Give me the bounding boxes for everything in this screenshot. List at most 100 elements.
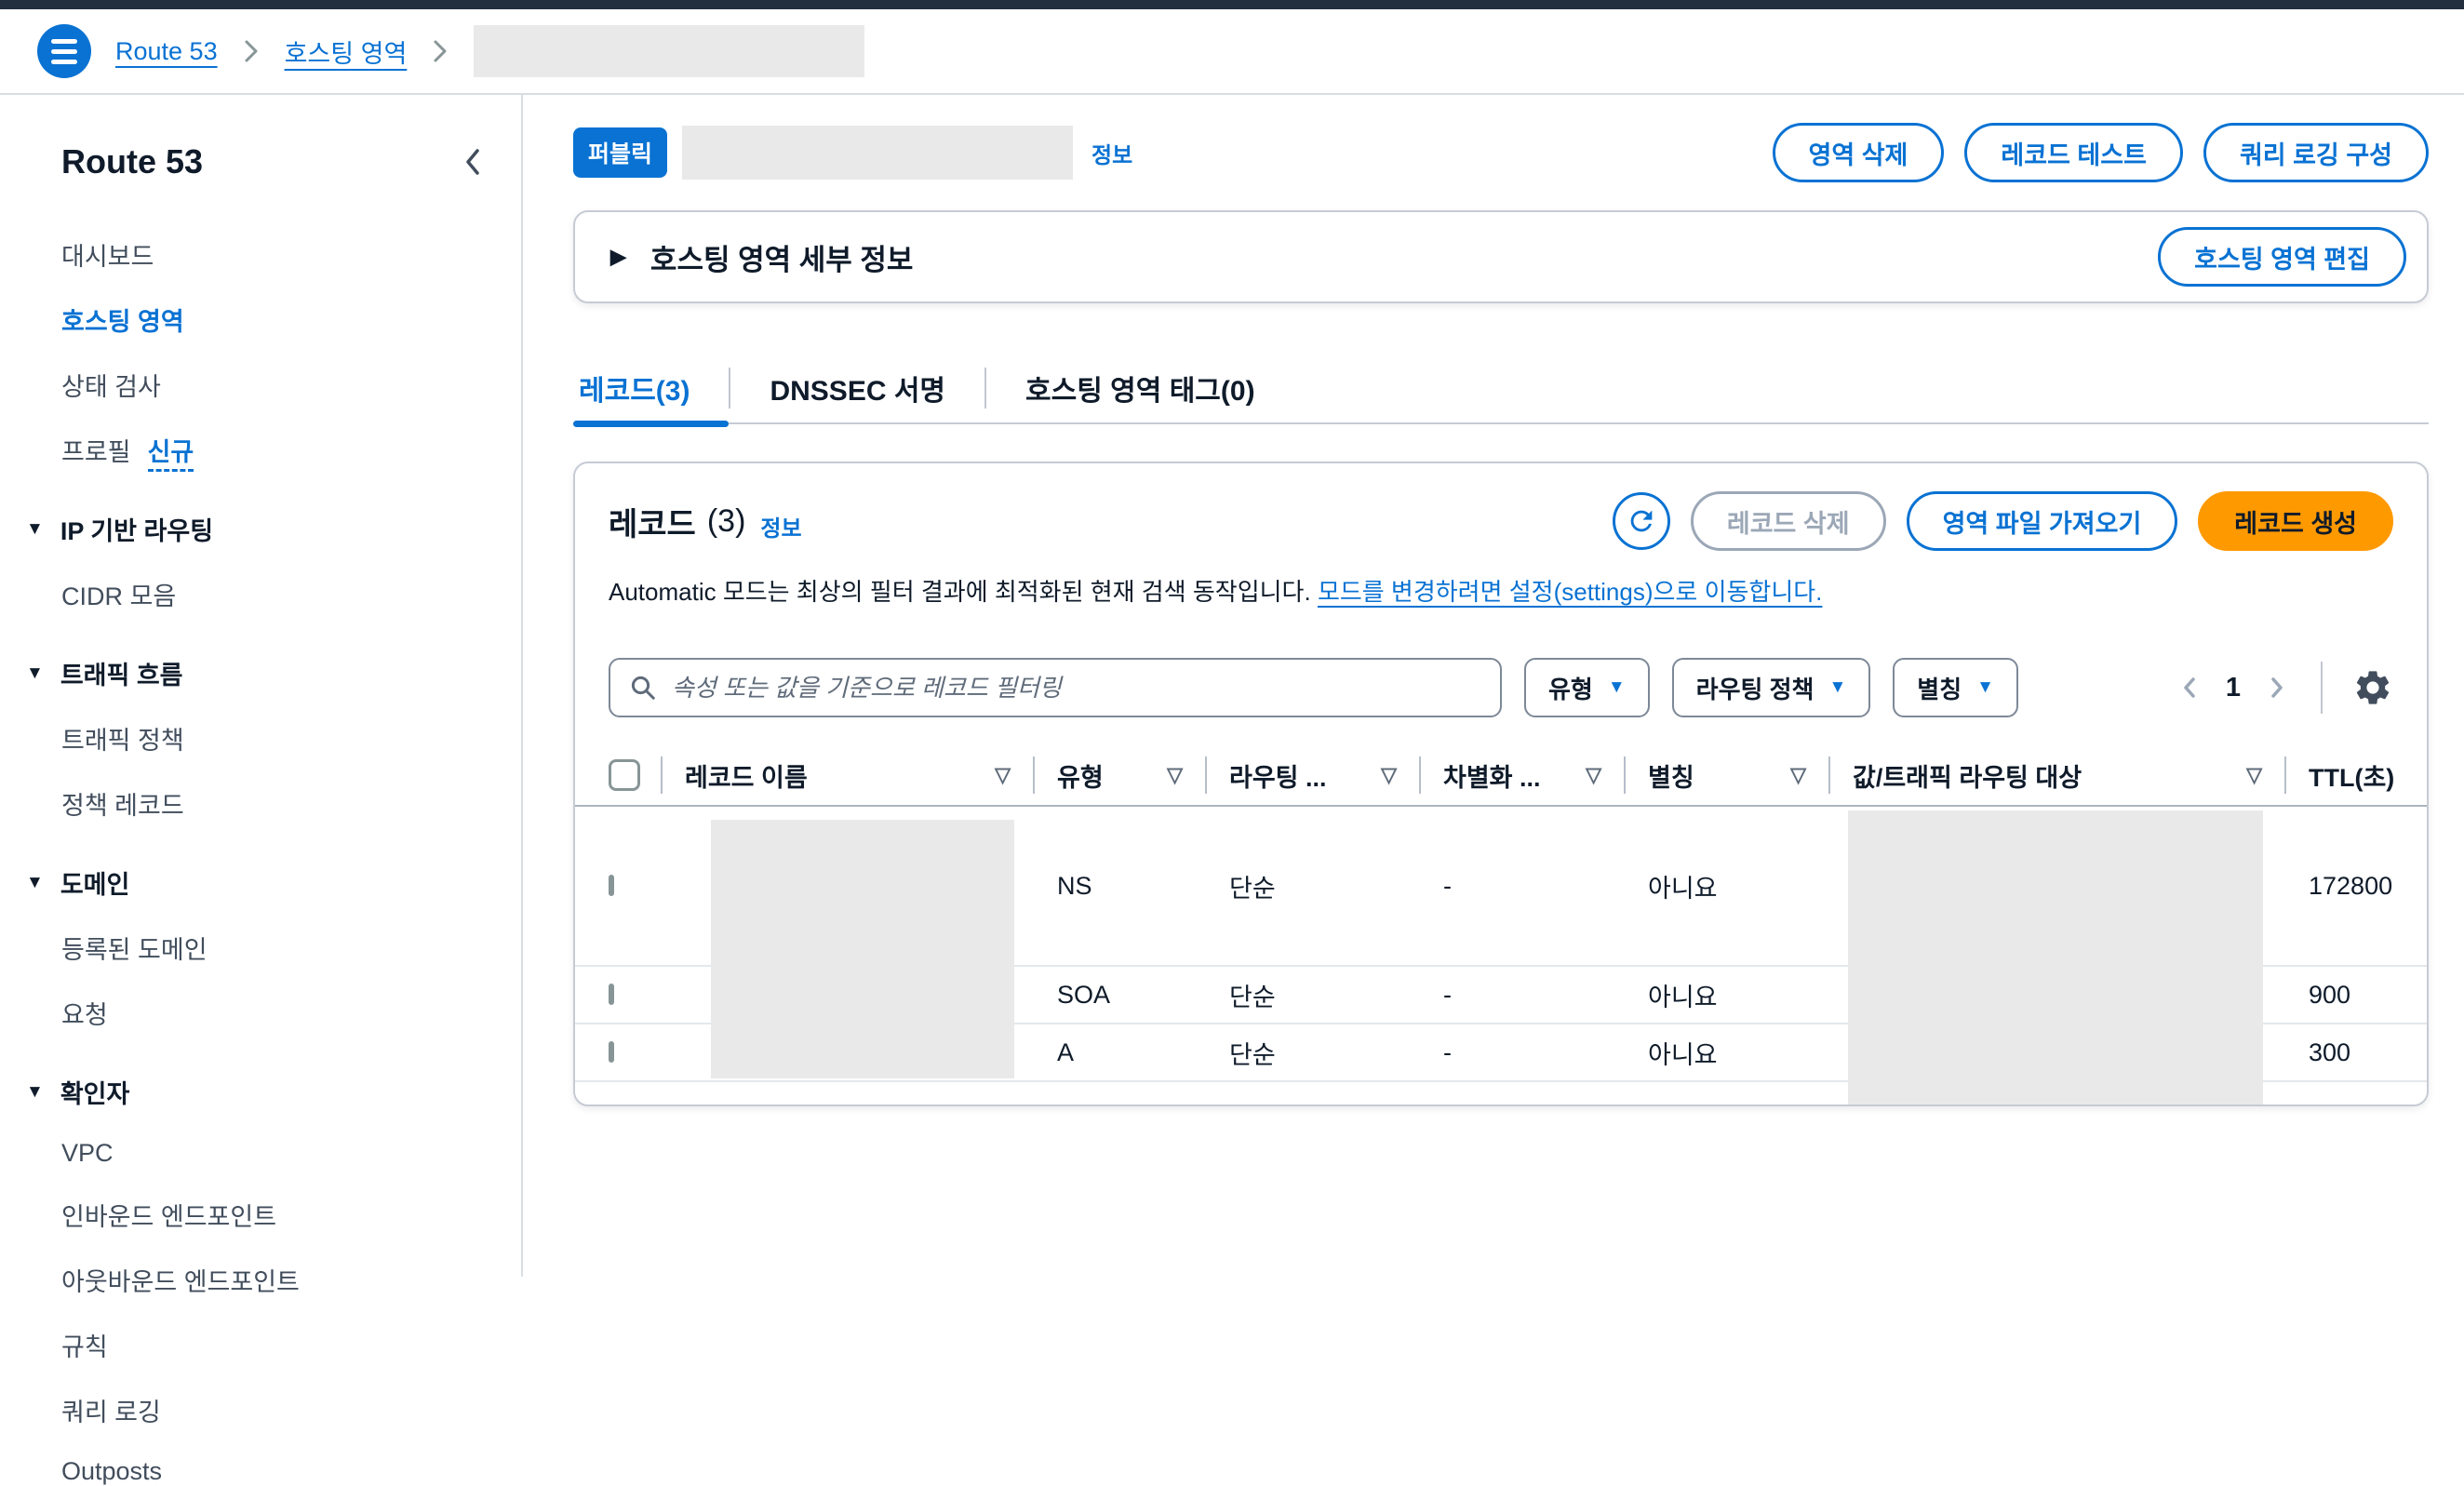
sidebar-item-vpc[interactable]: VPC xyxy=(61,1139,488,1168)
import-zone-file-button[interactable]: 영역 파일 가져오기 xyxy=(1907,491,2178,551)
record-filter-searchbox[interactable] xyxy=(609,658,1502,717)
redacted-zone-name xyxy=(682,126,1073,180)
sidebar-item-cidr-collections[interactable]: CIDR 모음 xyxy=(61,576,488,612)
configure-query-logging-button[interactable]: 쿼리 로깅 구성 xyxy=(2203,123,2429,182)
sort-icon[interactable]: ▽ xyxy=(995,763,1011,787)
gear-icon[interactable] xyxy=(2352,667,2393,708)
alias-filter-dropdown[interactable]: 별칭 ▼ xyxy=(1893,658,2018,717)
sidebar-item-outbound-endpoints[interactable]: 아웃바운드 엔드포인트 xyxy=(61,1262,488,1298)
sidebar-item-query-logging[interactable]: 쿼리 로깅 xyxy=(61,1392,488,1428)
sort-icon[interactable]: ▽ xyxy=(1790,763,1806,787)
info-link[interactable]: 정보 xyxy=(760,510,801,542)
redacted-record-values-block xyxy=(1848,810,2263,1106)
pagination: 1 xyxy=(2176,662,2393,714)
sidebar-section-resolver[interactable]: ▼확인자 xyxy=(26,1074,488,1110)
column-header-routing-policy[interactable]: 라우팅 ... ▽ xyxy=(1207,745,1421,805)
sidebar-section-domains[interactable]: ▼도메인 xyxy=(26,864,488,901)
sidebar-item-dashboard[interactable]: 대시보드 xyxy=(61,236,488,273)
new-badge-link[interactable]: 신규 xyxy=(148,438,194,472)
sort-icon[interactable]: ▽ xyxy=(1167,763,1183,787)
cell-ttl: 172800 xyxy=(2286,872,2393,901)
sidebar-item-hosted-zones[interactable]: 호스팅 영역 xyxy=(61,301,488,338)
create-record-button[interactable]: 레코드 생성 xyxy=(2198,491,2393,551)
sidebar-item-traffic-policies[interactable]: 트래픽 정책 xyxy=(61,720,488,756)
delete-record-button[interactable]: 레코드 삭제 xyxy=(1691,491,1886,551)
column-header-differentiator[interactable]: 차별화 ... ▽ xyxy=(1421,745,1626,805)
sort-icon[interactable]: ▽ xyxy=(2246,763,2262,787)
cell-type: NS xyxy=(1035,872,1207,901)
tab-bar: 레코드(3) DNSSEC 서명 호스팅 영역 태그(0) xyxy=(573,354,2429,424)
column-header-alias[interactable]: 별칭 ▽ xyxy=(1626,745,1830,805)
redacted-zone-name xyxy=(474,25,864,77)
triangle-right-icon: ▶ xyxy=(610,245,626,269)
sidebar: Route 53 대시보드 호스팅 영역 상태 검사 프로필신규 ▼IP 기반 … xyxy=(0,95,523,1277)
cell-ttl: 900 xyxy=(2286,981,2393,1010)
toolbar-divider xyxy=(2321,662,2323,714)
cell-alias: 아니요 xyxy=(1626,977,1830,1013)
next-page-icon[interactable] xyxy=(2263,670,2291,705)
menu-hamburger-icon[interactable] xyxy=(37,24,91,78)
sidebar-item-inbound-endpoints[interactable]: 인바운드 엔드포인트 xyxy=(61,1197,488,1233)
public-badge: 퍼블릭 xyxy=(573,127,667,178)
chevron-right-icon xyxy=(431,37,449,65)
details-expander[interactable]: ▶ 호스팅 영역 세부 정보 xyxy=(610,236,913,278)
record-filter-input[interactable] xyxy=(670,673,1481,703)
table-body: NS 단순 - 아니요 172800 SOA 단순 - 아니요 900 xyxy=(575,807,2427,1104)
tab-hosted-zone-tags[interactable]: 호스팅 영역 태그(0) xyxy=(986,354,1294,422)
cell-differentiator: - xyxy=(1421,981,1626,1010)
sidebar-item-registered-domains[interactable]: 등록된 도메인 xyxy=(61,930,488,966)
previous-page-icon[interactable] xyxy=(2176,670,2203,705)
refresh-button[interactable] xyxy=(1613,492,1670,550)
type-filter-dropdown[interactable]: 유형 ▼ xyxy=(1524,658,1650,717)
info-link[interactable]: 정보 xyxy=(1091,137,1132,169)
breadcrumb-hosted-zones-link[interactable]: 호스팅 영역 xyxy=(285,33,408,70)
filter-toolbar: 유형 ▼ 라우팅 정책 ▼ 별칭 ▼ 1 xyxy=(575,632,2427,745)
row-checkbox[interactable] xyxy=(609,984,614,1005)
sidebar-section-traffic-flow[interactable]: ▼트래픽 흐름 xyxy=(26,655,488,691)
row-checkbox[interactable] xyxy=(609,1041,614,1063)
records-title: 레코드 xyxy=(609,499,696,544)
cell-alias: 아니요 xyxy=(1626,868,1830,904)
tab-dnssec-signing[interactable]: DNSSEC 서명 xyxy=(730,354,984,422)
sidebar-item-outposts[interactable]: Outposts xyxy=(61,1457,488,1486)
window-top-strip xyxy=(0,0,2464,9)
sidebar-item-requests[interactable]: 요청 xyxy=(61,995,488,1031)
sidebar-item-health-checks[interactable]: 상태 검사 xyxy=(61,367,488,403)
test-record-button[interactable]: 레코드 테스트 xyxy=(1964,123,2183,182)
sidebar-item-policy-records[interactable]: 정책 레코드 xyxy=(61,785,488,822)
select-all-checkbox[interactable] xyxy=(609,759,640,791)
column-header-type[interactable]: 유형 ▽ xyxy=(1035,745,1207,805)
chevron-down-icon: ▼ xyxy=(1976,677,1994,698)
edit-hosted-zone-button[interactable]: 호스팅 영역 편집 xyxy=(2158,227,2406,287)
column-header-ttl: TTL(초) xyxy=(2286,745,2393,805)
details-title: 호스팅 영역 세부 정보 xyxy=(650,236,914,278)
settings-link[interactable]: 모드를 변경하려면 설정(settings)으로 이동합니다. xyxy=(1318,578,1822,606)
column-header-value[interactable]: 값/트래픽 라우팅 대상 ▽ xyxy=(1830,745,2286,805)
delete-zone-button[interactable]: 영역 삭제 xyxy=(1773,123,1945,182)
routing-policy-filter-dropdown[interactable]: 라우팅 정책 ▼ xyxy=(1672,658,1871,717)
cell-alias: 아니요 xyxy=(1626,1035,1830,1071)
sidebar-title: Route 53 xyxy=(61,142,203,181)
chevron-down-icon: ▼ xyxy=(1608,677,1626,698)
sort-icon[interactable]: ▽ xyxy=(1586,763,1601,787)
breadcrumb: Route 53 호스팅 영역 xyxy=(0,9,2464,95)
cell-routing-policy: 단순 xyxy=(1207,1035,1421,1071)
tab-records[interactable]: 레코드(3) xyxy=(573,354,729,422)
sidebar-item-rules[interactable]: 규칙 xyxy=(61,1327,488,1363)
sort-icon[interactable]: ▽ xyxy=(1381,763,1397,787)
redacted-record-names-block xyxy=(711,820,1014,1078)
current-page-number[interactable]: 1 xyxy=(2226,673,2241,703)
cell-differentiator: - xyxy=(1421,1038,1626,1067)
table-header: 레코드 이름 ▽ 유형 ▽ 라우팅 ... ▽ 차별화 ... ▽ 별칭 ▽ xyxy=(575,745,2427,807)
breadcrumb-route53-link[interactable]: Route 53 xyxy=(115,37,218,66)
triangle-down-icon: ▼ xyxy=(26,519,44,540)
chevron-right-icon xyxy=(242,37,261,65)
search-icon xyxy=(629,674,657,702)
column-header-record-name[interactable]: 레코드 이름 ▽ xyxy=(663,745,1035,805)
sidebar-section-ip-based-routing[interactable]: ▼IP 기반 라우팅 xyxy=(26,511,488,547)
row-checkbox[interactable] xyxy=(609,875,614,896)
triangle-down-icon: ▼ xyxy=(26,663,44,684)
sidebar-collapse-icon[interactable] xyxy=(458,141,488,182)
sidebar-item-profiles[interactable]: 프로필신규 xyxy=(61,432,488,468)
triangle-down-icon: ▼ xyxy=(26,873,44,893)
